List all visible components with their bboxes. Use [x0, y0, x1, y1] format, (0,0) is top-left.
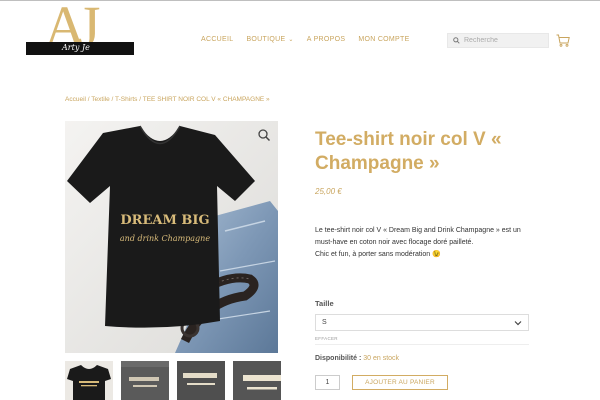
divider [315, 344, 529, 345]
thumbnail-1[interactable] [65, 361, 113, 400]
main-nav: ACCUEIL BOUTIQUE ⌄ A PROPOS MON COMPTE [201, 36, 410, 43]
availability: Disponibilité : 30 en stock [315, 355, 399, 362]
product-price: 25,00 € [315, 187, 342, 196]
add-to-cart-button[interactable]: AJOUTER AU PANIER [352, 375, 448, 390]
breadcrumb-accueil[interactable]: Accueil [65, 96, 86, 103]
size-selected-value: S [322, 319, 327, 326]
search-input[interactable] [464, 37, 544, 44]
breadcrumb: Accueil / Textile / T-Shirts / TEE SHIRT… [65, 96, 270, 103]
zoom-icon[interactable] [257, 128, 271, 142]
chevron-down-icon: ⌄ [288, 37, 294, 43]
shirt-text-dream-big: DREAM BIG [120, 213, 209, 228]
site-logo[interactable]: AJ Arty Je [26, 0, 134, 80]
availability-value: 30 en stock [363, 355, 400, 362]
thumbnail-4[interactable] [233, 361, 281, 400]
thumbnail-3[interactable] [177, 361, 225, 400]
nav-item-mon-compte[interactable]: MON COMPTE [358, 36, 409, 43]
product-thumbnails [65, 361, 281, 400]
shirt-text-champagne: and drink Champagne [120, 234, 210, 243]
breadcrumb-textile[interactable]: Textile [91, 96, 109, 103]
search-box [447, 33, 549, 48]
breadcrumb-current: TEE SHIRT NOIR COL V « CHAMPAGNE » [142, 96, 270, 103]
description-line: Chic et fun, à porter sans modération 😉 [315, 251, 441, 258]
chevron-down-icon [514, 320, 522, 325]
breadcrumb-tshirts[interactable]: T-Shirts [115, 96, 137, 103]
size-label: Taille [315, 299, 334, 308]
quantity-input[interactable]: 1 [315, 375, 340, 390]
product-main-image[interactable]: DREAM BIG and drink Champagne [65, 121, 278, 353]
size-select[interactable]: S [315, 314, 529, 331]
description-line: must-have en coton noir avec flocage dor… [315, 239, 474, 246]
cart-icon[interactable] [556, 34, 570, 47]
thumbnail-2[interactable] [121, 361, 169, 400]
product-title: Tee-shirt noir col V « Champagne » [315, 129, 502, 174]
availability-label: Disponibilité : [315, 355, 362, 362]
search-icon[interactable] [453, 37, 460, 44]
product-description: Le tee-shirt noir col V « Dream Big and … [315, 225, 540, 261]
clear-selection-link[interactable]: EFFACER [315, 336, 338, 341]
logo-bar: Arty Je [26, 42, 134, 55]
product-photo: DREAM BIG and drink Champagne [65, 121, 278, 353]
nav-item-a-propos[interactable]: A PROPOS [307, 36, 346, 43]
nav-item-boutique[interactable]: BOUTIQUE ⌄ [246, 36, 293, 43]
nav-item-accueil[interactable]: ACCUEIL [201, 36, 233, 43]
logo-script: Arty Je [62, 43, 90, 52]
description-line: Le tee-shirt noir col V « Dream Big and … [315, 227, 521, 234]
